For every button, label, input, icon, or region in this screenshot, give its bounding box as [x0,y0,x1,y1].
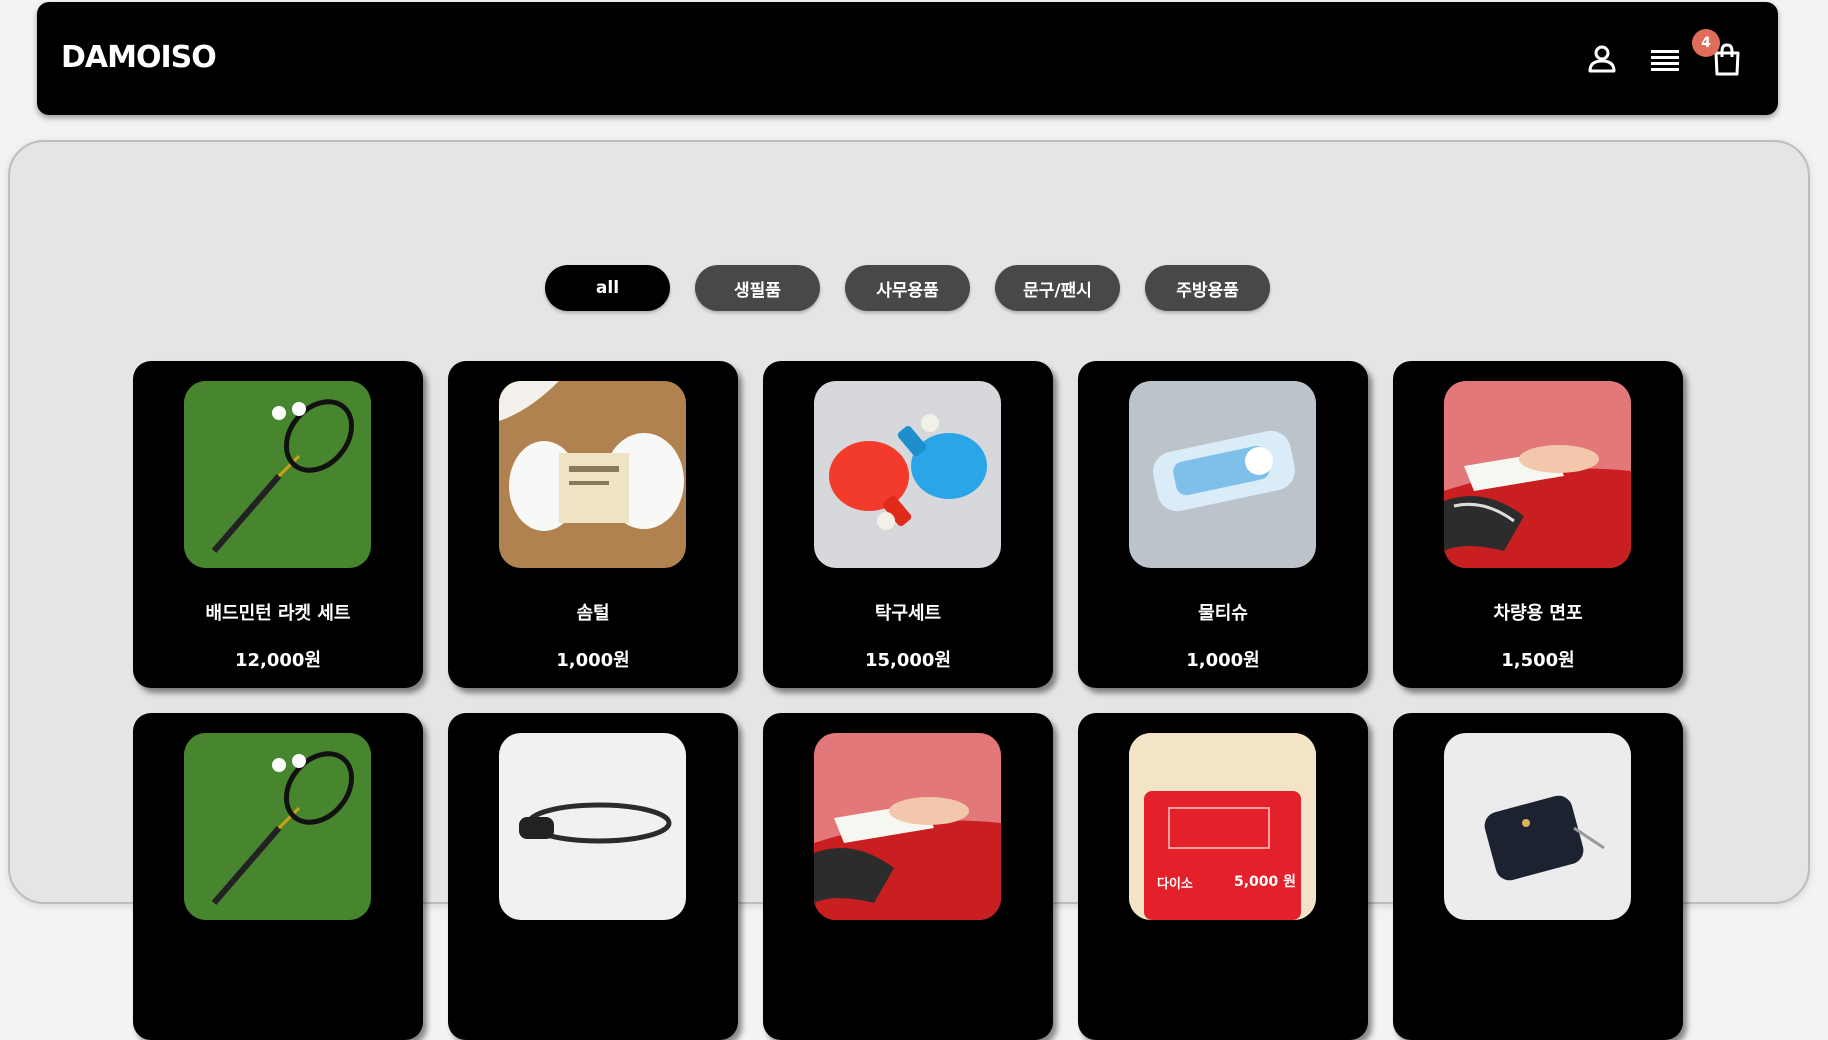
badminton-racket-image [184,733,371,920]
product-card[interactable] [133,713,423,1040]
site-logo[interactable]: DAMOISO [61,40,217,75]
menu-icon[interactable] [1645,40,1685,80]
gift-card-image: 다이소 5,000 원 [1129,733,1316,920]
car-cloth-image [814,733,1001,920]
product-card[interactable] [1393,713,1683,1040]
product-price: 12,000원 [234,650,322,671]
filter-kitchenware[interactable]: 주방용품 [1145,265,1270,311]
product-card[interactable] [763,713,1053,1040]
gift-card-brand: 다이소 [1157,877,1193,892]
filter-daily-necessities[interactable]: 생필품 [695,265,820,311]
product-name: 솜털 [576,603,610,624]
filter-office-supplies[interactable]: 사무용품 [845,265,970,311]
product-card[interactable]: 차량용 면포 1,500원 [1393,361,1683,688]
product-grid: 배드민턴 라켓 세트 12,000원 솜털 1,000원 탁구세트 15,000… [133,361,1683,1040]
car-cloth-image [1444,381,1631,568]
black-cable-image [499,733,686,920]
badminton-racket-image [184,381,371,568]
product-card[interactable]: 다이소 5,000 원 [1078,713,1368,1040]
gift-card-amount: 5,000 원 [1234,874,1297,890]
filter-stationery[interactable]: 문구/팬시 [995,265,1120,311]
product-name: 차량용 면포 [1493,603,1583,624]
category-filters: all 생필품 사무용품 문구/팬시 주방용품 [545,265,1270,311]
zip-wallet-image [1444,733,1631,920]
product-price: 15,000원 [864,650,952,671]
product-card[interactable]: 탁구세트 15,000원 [763,361,1053,688]
ping-pong-set-image [814,381,1001,568]
product-price: 1,500원 [1501,650,1575,671]
product-card[interactable] [448,713,738,1040]
wet-wipes-image [1129,381,1316,568]
product-name: 물티슈 [1198,603,1248,624]
product-name: 배드민턴 라켓 세트 [205,603,351,624]
product-price: 1,000원 [556,650,630,671]
cart-count-badge: 4 [1692,29,1720,57]
product-card[interactable]: 물티슈 1,000원 [1078,361,1368,688]
user-icon[interactable] [1582,40,1622,80]
cotton-fluff-image [499,381,686,568]
product-card[interactable]: 솜털 1,000원 [448,361,738,688]
product-price: 1,000원 [1186,650,1260,671]
product-card[interactable]: 배드민턴 라켓 세트 12,000원 [133,361,423,688]
filter-all[interactable]: all [545,265,670,311]
site-header: DAMOISO 4 [37,2,1778,115]
product-name: 탁구세트 [874,603,942,624]
